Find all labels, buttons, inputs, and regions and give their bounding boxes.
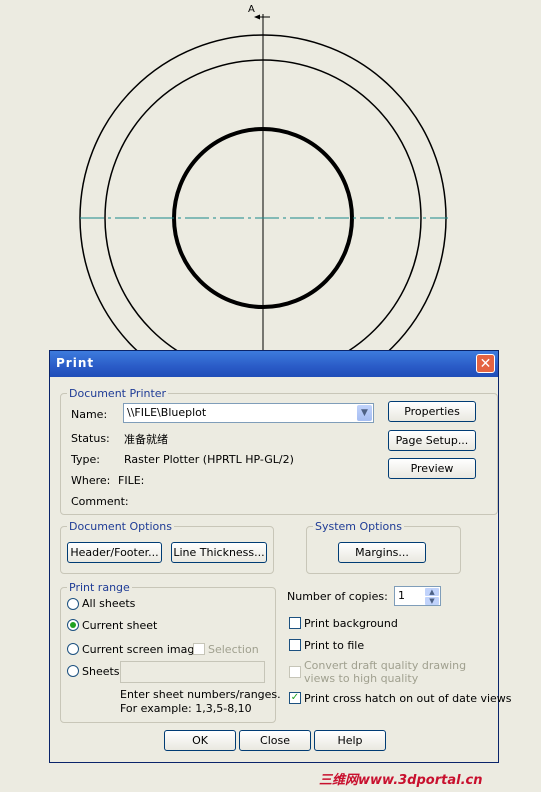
type-label: Type:	[71, 453, 100, 466]
sheets-hint-line1: Enter sheet numbers/ranges.	[120, 688, 281, 701]
sheets-input[interactable]	[120, 661, 265, 683]
convert-draft-label-line1: Convert draft quality drawing	[304, 659, 467, 672]
convert-draft-checkbox[interactable]	[289, 666, 301, 678]
line-thickness-button[interactable]: Line Thickness...	[171, 542, 267, 563]
where-label: Where:	[71, 474, 111, 487]
close-button[interactable]: Close	[239, 730, 311, 751]
margins-button[interactable]: Margins...	[338, 542, 426, 563]
cross-hatch-checkbox[interactable]: ✓	[289, 692, 301, 704]
status-value: 准备就绪	[124, 433, 168, 446]
print-background-label[interactable]: Print background	[304, 617, 398, 630]
copies-label: Number of copies:	[287, 590, 388, 603]
section-marker-arrow	[254, 14, 260, 20]
current-screen-image-radio[interactable]	[67, 643, 79, 655]
dialog-title-bar[interactable]: Print ✕	[50, 351, 498, 377]
cross-hatch-label[interactable]: Print cross hatch on out of date views	[304, 692, 512, 705]
system-options-label: System Options	[313, 520, 404, 533]
document-options-label: Document Options	[67, 520, 174, 533]
ok-button[interactable]: OK	[164, 730, 236, 751]
all-sheets-label[interactable]: All sheets	[82, 597, 135, 610]
properties-button[interactable]: Properties	[388, 401, 476, 422]
copies-value: 1	[398, 589, 405, 602]
header-footer-button[interactable]: Header/Footer...	[67, 542, 162, 563]
copies-spin-buttons[interactable]: ▲ ▼	[425, 588, 439, 606]
close-icon[interactable]: ✕	[476, 354, 495, 373]
page-setup-button[interactable]: Page Setup...	[388, 430, 476, 451]
status-label: Status:	[71, 432, 110, 445]
copies-stepper[interactable]: 1 ▲ ▼	[394, 586, 441, 606]
printer-name-value: \\FILE\Blueplot	[127, 406, 207, 419]
sheets-hint-line2: For example: 1,3,5-8,10	[120, 702, 252, 715]
print-dialog: Print ✕ Document Printer Name: \\FILE\Bl…	[49, 350, 512, 763]
print-range-label: Print range	[67, 581, 132, 594]
selection-label: Selection	[208, 643, 259, 656]
current-screen-image-label[interactable]: Current screen image	[82, 643, 201, 656]
current-sheet-label[interactable]: Current sheet	[82, 619, 157, 632]
dialog-title: Print	[56, 356, 95, 370]
sheets-radio[interactable]	[67, 665, 79, 677]
spin-up-icon[interactable]: ▲	[425, 588, 439, 596]
convert-draft-label-line2: views to high quality	[304, 672, 419, 685]
print-background-checkbox[interactable]	[289, 617, 301, 629]
help-button[interactable]: Help	[314, 730, 386, 751]
current-sheet-radio[interactable]	[67, 619, 79, 631]
sheets-label[interactable]: Sheets:	[82, 665, 123, 678]
print-to-file-checkbox[interactable]	[289, 639, 301, 651]
all-sheets-radio[interactable]	[67, 598, 79, 610]
printer-name-label: Name:	[71, 408, 108, 421]
cad-drawing: A	[79, 4, 448, 360]
where-value: FILE:	[118, 474, 145, 487]
printer-name-select[interactable]: \\FILE\Blueplot ▼	[123, 403, 374, 423]
site-watermark: 三维网www.3dportal.cn	[319, 773, 483, 788]
comment-label: Comment:	[71, 495, 129, 508]
preview-button[interactable]: Preview	[388, 458, 476, 479]
spin-down-icon[interactable]: ▼	[425, 597, 439, 605]
selection-checkbox[interactable]	[193, 643, 205, 655]
chevron-down-icon[interactable]: ▼	[357, 405, 372, 421]
section-label: A	[248, 4, 255, 15]
type-value: Raster Plotter (HPRTL HP-GL/2)	[124, 453, 294, 466]
document-printer-label: Document Printer	[67, 387, 169, 400]
print-to-file-label[interactable]: Print to file	[304, 639, 364, 652]
